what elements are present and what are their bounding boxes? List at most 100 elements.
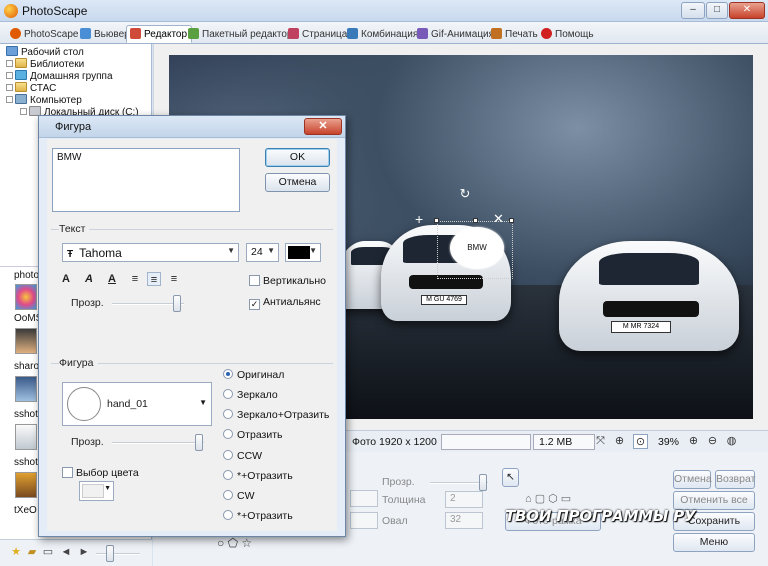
slider-knob[interactable] [106,545,114,562]
shape-text-input[interactable]: BMW [52,148,240,212]
radio-mirror[interactable]: Зеркало [223,389,278,401]
oval-input[interactable]: 32 [445,512,483,529]
align-right-icon[interactable]: ≡ [167,272,181,286]
expand-icon[interactable] [6,96,13,103]
thumb-label[interactable]: sshot [14,409,38,420]
speech-bubble[interactable]: BMW [450,227,504,269]
thumb-size-slider[interactable] [96,545,140,562]
zoom-fit-icon[interactable]: ⊕ [612,434,627,449]
dialog-close-button[interactable]: ✕ [304,118,342,135]
close-button[interactable]: ✕ [729,2,765,19]
shape-opacity-slider[interactable] [112,434,204,451]
radio-ccw-flip[interactable]: *+Отразить [223,470,293,482]
expand-icon[interactable] [6,84,13,91]
resize-handle[interactable] [434,218,439,223]
fullscreen-icon[interactable]: ◍ [724,434,739,449]
thickness-input[interactable]: 2 [445,491,483,508]
menu-button[interactable]: Меню [673,533,755,552]
folder-icon[interactable]: ▰ [26,546,38,558]
radio-original[interactable]: Оригинал [223,369,284,381]
expand-icon[interactable] [20,108,27,115]
tab-combine[interactable]: Комбинация [343,25,423,43]
thumb-image[interactable] [15,376,37,402]
rotate-handle-icon[interactable]: ↻ [458,187,472,201]
thumb-image[interactable] [15,472,37,498]
shape-color-picker[interactable]: ▼ [79,481,114,501]
align-center-icon[interactable]: ≡ [147,272,161,286]
star-icon[interactable]: ★ [10,546,22,558]
thumb-label[interactable]: tXeO [14,505,37,516]
expand-icon[interactable] [6,60,13,67]
tree-item-computer[interactable]: Компьютер [6,94,82,106]
zoom-in-icon[interactable]: ⊕ [686,434,701,449]
editor-opacity-slider[interactable] [430,474,488,491]
underline-icon[interactable]: A [105,272,119,286]
bold-icon[interactable]: A [59,272,73,286]
text-color-picker[interactable]: ▼ [285,243,321,262]
slider-knob[interactable] [173,295,181,312]
shape-tool-icons[interactable]: ⌂ ▢ ⬡ ▭ [525,492,571,505]
radio-dot[interactable] [223,470,233,480]
resize-handle[interactable] [473,218,478,223]
color-choice-checkbox[interactable]: Выбор цвета [62,467,139,479]
tab-editor[interactable]: Редактор [126,25,193,43]
back-icon[interactable]: ◄ [60,546,72,558]
fit-icon[interactable]: ⤧ [593,434,608,449]
radio-dot[interactable] [223,510,233,520]
thumb-image[interactable] [15,328,37,354]
radio-dot[interactable] [223,389,233,399]
tab-help[interactable]: Помощь [537,25,599,43]
italic-icon[interactable]: A [82,272,96,286]
slider-knob[interactable] [479,474,487,491]
radio-flip[interactable]: Отразить [223,429,283,441]
tree-item-desktop[interactable]: Рабочий стол [6,46,84,58]
refresh-icon[interactable]: ▭ [42,546,54,558]
radio-ccw[interactable]: CCW [223,450,262,462]
text-opacity-slider[interactable] [112,295,184,312]
radio-dot[interactable] [223,490,233,500]
cancel-button[interactable]: Отмена [265,173,330,192]
checkbox-box[interactable]: ✓ [249,299,260,310]
zoom-actual-icon[interactable]: ⊙ [633,434,648,449]
align-left-icon[interactable]: ≡ [128,272,142,286]
radio-mirror-flip[interactable]: Зеркало+Отразить [223,409,329,421]
maximize-button[interactable]: □ [706,2,728,19]
radio-cw-flip[interactable]: *+Отразить [223,510,293,522]
forward-icon[interactable]: ► [78,546,90,558]
expand-icon[interactable] [6,72,13,79]
thumb-image[interactable] [15,284,37,310]
ok-button[interactable]: OK [265,148,330,167]
antialias-checkbox[interactable]: ✓ Антиальянс [249,296,321,310]
thumb-label[interactable]: photo [14,270,39,281]
tree-item-user[interactable]: СТАС [6,82,56,94]
tab-print[interactable]: Печать [487,25,543,43]
tree-item-libraries[interactable]: Библиотеки [6,58,84,70]
undo-button[interactable]: Отмена [673,470,712,489]
radio-dot[interactable] [223,369,233,379]
checkbox-box[interactable] [249,275,260,286]
pointer-tool[interactable]: ↖ [502,468,519,487]
tab-batch-editor[interactable]: Пакетный редактор [184,25,298,43]
minimize-button[interactable]: – [681,2,705,19]
thumb-label[interactable]: sshot [14,457,38,468]
shape-select[interactable]: hand_01 ▼ [62,382,212,426]
tree-item-homegroup[interactable]: Домашняя группа [6,70,113,82]
thumb-image[interactable] [15,424,37,450]
slider-knob[interactable] [195,434,203,451]
thumb-label[interactable]: sharo [14,361,39,372]
delete-handle-icon[interactable]: ✕ [493,211,504,227]
radio-cw[interactable]: CW [223,490,255,502]
radio-dot[interactable] [223,429,233,439]
vertical-checkbox[interactable]: Вертикально [249,275,326,287]
font-select[interactable]: Ŧ Tahoma ▼ [62,243,239,262]
redo-button[interactable]: Возврат [715,470,755,489]
font-size-select[interactable]: 24 ▼ [246,243,279,262]
resize-handle[interactable] [509,218,514,223]
shape-icons-row[interactable]: ○ ⬠ ☆ [217,536,252,550]
zoom-out-icon[interactable]: ⊖ [705,434,720,449]
radio-dot[interactable] [223,450,233,460]
tab-photoscape[interactable]: PhotoScape [6,25,84,43]
checkbox-box[interactable] [62,467,73,478]
move-handle-icon[interactable]: + [415,211,423,227]
radio-dot[interactable] [223,409,233,419]
